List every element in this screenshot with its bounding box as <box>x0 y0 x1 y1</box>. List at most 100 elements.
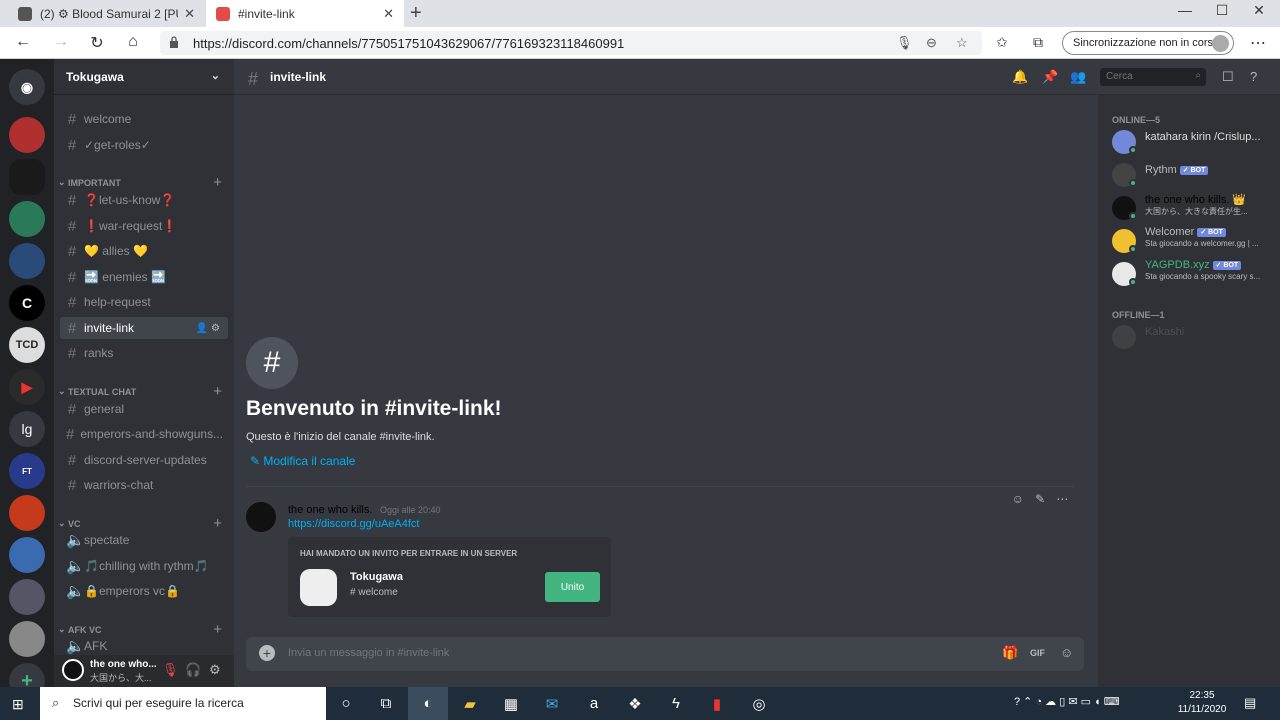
add-reaction-icon[interactable]: ☺ <box>1012 492 1024 510</box>
channel-ranks[interactable]: # ranks <box>60 342 228 364</box>
avatar[interactable] <box>246 502 276 532</box>
member-item[interactable]: YAGPDB.xyz ✓ BOT Sta giocando a spooky sc… <box>1112 258 1278 290</box>
close-window-icon[interactable]: ✕ <box>1240 2 1278 19</box>
server-icon[interactable]: TCD <box>9 327 45 363</box>
app-icon[interactable]: ϟ <box>656 687 696 720</box>
collections-icon[interactable]: ⧉ <box>1033 34 1043 51</box>
server-icon[interactable] <box>9 495 45 531</box>
close-tab-icon[interactable]: ✕ <box>184 6 195 22</box>
channel-settings-icon[interactable]: 👤 ⚙ <box>196 323 220 334</box>
search-input[interactable]: Cerca ⌕ <box>1100 68 1206 86</box>
favorites-icon[interactable]: ✩ <box>996 34 1008 51</box>
server-icon[interactable] <box>9 537 45 573</box>
gift-icon[interactable]: 🎁 <box>1002 645 1018 661</box>
voice-channel-afk[interactable]: 🔈 AFK <box>60 635 228 657</box>
minimize-icon[interactable]: — <box>1166 2 1204 18</box>
amazon-icon[interactable]: a <box>574 687 614 720</box>
mute-microphone-icon[interactable]: 🎙 <box>162 662 179 678</box>
server-icon[interactable] <box>9 579 45 615</box>
notifications-icon[interactable]: ▤ <box>1244 695 1256 711</box>
file-explorer-icon[interactable]: ▰ <box>450 687 490 720</box>
headphones-icon[interactable]: 🎧 <box>185 662 201 678</box>
channel-help-request[interactable]: # help-request <box>60 291 228 313</box>
message-composer[interactable]: + Invia un messaggio in #invite-link 🎁 G… <box>246 637 1084 671</box>
windows-start-icon[interactable]: ⊞ <box>12 696 24 713</box>
add-attachment-icon[interactable]: + <box>259 645 275 661</box>
reload-icon[interactable]: ↻ <box>86 33 108 53</box>
channel-emperors-and-showguns[interactable]: # emperors-and-showguns... <box>60 423 228 445</box>
server-icon[interactable]: C <box>9 285 45 321</box>
member-item[interactable]: Kakashi <box>1112 321 1278 353</box>
pin-icon[interactable]: 📌 <box>1042 69 1058 85</box>
invite-url-link[interactable]: https://discord.gg/uAeA4fct <box>288 518 419 530</box>
system-tray[interactable]: ? ⌃ ◔ ☁ ▯ ✉ ▭ ◖ ⌨ <box>1014 695 1120 708</box>
server-header[interactable]: Tokugawa ⌄ <box>54 59 234 95</box>
joined-button[interactable]: Unito <box>545 572 600 602</box>
obs-icon[interactable]: ◎ <box>739 687 779 720</box>
zoom-icon[interactable]: ⊖ <box>926 35 937 51</box>
member-item[interactable]: Rythm ✓ BOT <box>1112 159 1278 191</box>
server-icon[interactable] <box>9 621 45 657</box>
server-icon[interactable]: FT <box>9 453 45 489</box>
channel-invite-link[interactable]: # invite-link 👤 ⚙ <box>60 317 228 339</box>
voice-channel-chilling[interactable]: 🔈 🎵chilling with rythm🎵 <box>60 555 228 577</box>
task-view-icon[interactable]: ⧉ <box>366 687 406 720</box>
favorite-star-icon[interactable]: ☆ <box>956 35 968 51</box>
more-icon[interactable]: ⋯ <box>1056 492 1068 510</box>
edit-channel-link[interactable]: ✎ Modifica il canale <box>250 454 355 468</box>
member-item[interactable]: the one who kills. 👑 大国から、大きな責任が生... <box>1112 192 1278 224</box>
mail-icon[interactable]: ✉ <box>532 687 572 720</box>
cortana-icon[interactable]: ○ <box>326 687 366 720</box>
message-author[interactable]: the one who kills. <box>288 504 372 516</box>
office-icon[interactable]: ▮ <box>697 687 737 720</box>
address-bar[interactable]: https://discord.com/channels/77505175104… <box>160 31 982 55</box>
voice-channel-emperors-vc[interactable]: 🔈 🔒emperors vc🔒 <box>60 580 228 602</box>
bell-icon[interactable]: 🔔 <box>1012 69 1028 85</box>
server-icon[interactable] <box>9 201 45 237</box>
taskbar-search-input[interactable]: ⌕ Scrivi qui per eseguire la ricerca <box>40 687 326 720</box>
browser-tab-active[interactable]: #invite-link ✕ <box>206 0 404 27</box>
member-item[interactable]: katahara kirin /Crislup... <box>1112 126 1278 158</box>
members-icon[interactable]: 👥 <box>1070 69 1086 85</box>
home-icon[interactable]: ⌂ <box>122 33 144 51</box>
more-options-icon[interactable]: ⋯ <box>1250 33 1266 53</box>
member-item[interactable]: Welcomer ✓ BOT Sta giocando a welcomer.gg… <box>1112 225 1278 257</box>
help-icon[interactable]: ? <box>1250 69 1257 84</box>
channel-discord-server-updates[interactable]: # discord-server-updates <box>60 449 228 471</box>
server-icon-tokugawa[interactable] <box>9 159 45 195</box>
store-icon[interactable]: ▦ <box>491 687 531 720</box>
discord-home-icon[interactable]: ◉ <box>9 69 45 105</box>
chevron-down-icon[interactable]: ⌄ <box>211 69 220 82</box>
channel-war-request[interactable]: # ❗war-request❗ <box>60 215 228 237</box>
sync-button[interactable]: Sincronizzazione non in corso <box>1062 31 1234 55</box>
inbox-icon[interactable]: ☐ <box>1222 69 1234 85</box>
channel-welcome[interactable]: # welcome <box>60 108 228 130</box>
channel-get-roles[interactable]: # ✓get-roles✓ <box>60 134 228 156</box>
emoji-icon[interactable]: ☺ <box>1060 645 1073 660</box>
voice-channel-spectate[interactable]: 🔈 spectate <box>60 529 228 551</box>
close-tab-icon[interactable]: ✕ <box>383 6 394 22</box>
user-settings-icon[interactable]: ⚙ <box>209 662 221 678</box>
taskbar-clock[interactable]: 22:35 11/11/2020 <box>1172 689 1232 717</box>
channel-enemies[interactable]: # 🔜 enemies 🔜 <box>60 266 228 288</box>
channel-let-us-know[interactable]: # ❓let-us-know❓ <box>60 189 228 211</box>
microphone-icon[interactable]: 🎙 <box>896 35 913 51</box>
edit-message-icon[interactable]: ✎ <box>1035 492 1045 510</box>
server-icon[interactable] <box>9 117 45 153</box>
dropbox-icon[interactable]: ❖ <box>615 687 655 720</box>
edge-icon[interactable]: ◐ <box>408 687 448 720</box>
maximize-icon[interactable]: ☐ <box>1203 2 1241 19</box>
avatar[interactable] <box>62 659 84 681</box>
forward-icon[interactable]: → <box>50 33 72 51</box>
channel-general[interactable]: # general <box>60 398 228 420</box>
server-icon[interactable]: lg <box>9 411 45 447</box>
server-icon[interactable] <box>9 243 45 279</box>
gif-icon[interactable]: GIF <box>1030 648 1045 658</box>
server-icon[interactable]: ▶ <box>9 369 45 405</box>
channel-warriors-chat[interactable]: # warriors-chat <box>60 474 228 496</box>
new-tab-icon[interactable]: + <box>410 2 422 25</box>
back-icon[interactable]: ← <box>12 33 34 51</box>
browser-tab[interactable]: (2) ⚙ Blood Samurai 2 [PUBLIC T ✕ <box>8 0 205 27</box>
channel-allies[interactable]: # 💛 allies 💛 <box>60 240 228 262</box>
add-server-icon[interactable]: + <box>9 663 45 687</box>
